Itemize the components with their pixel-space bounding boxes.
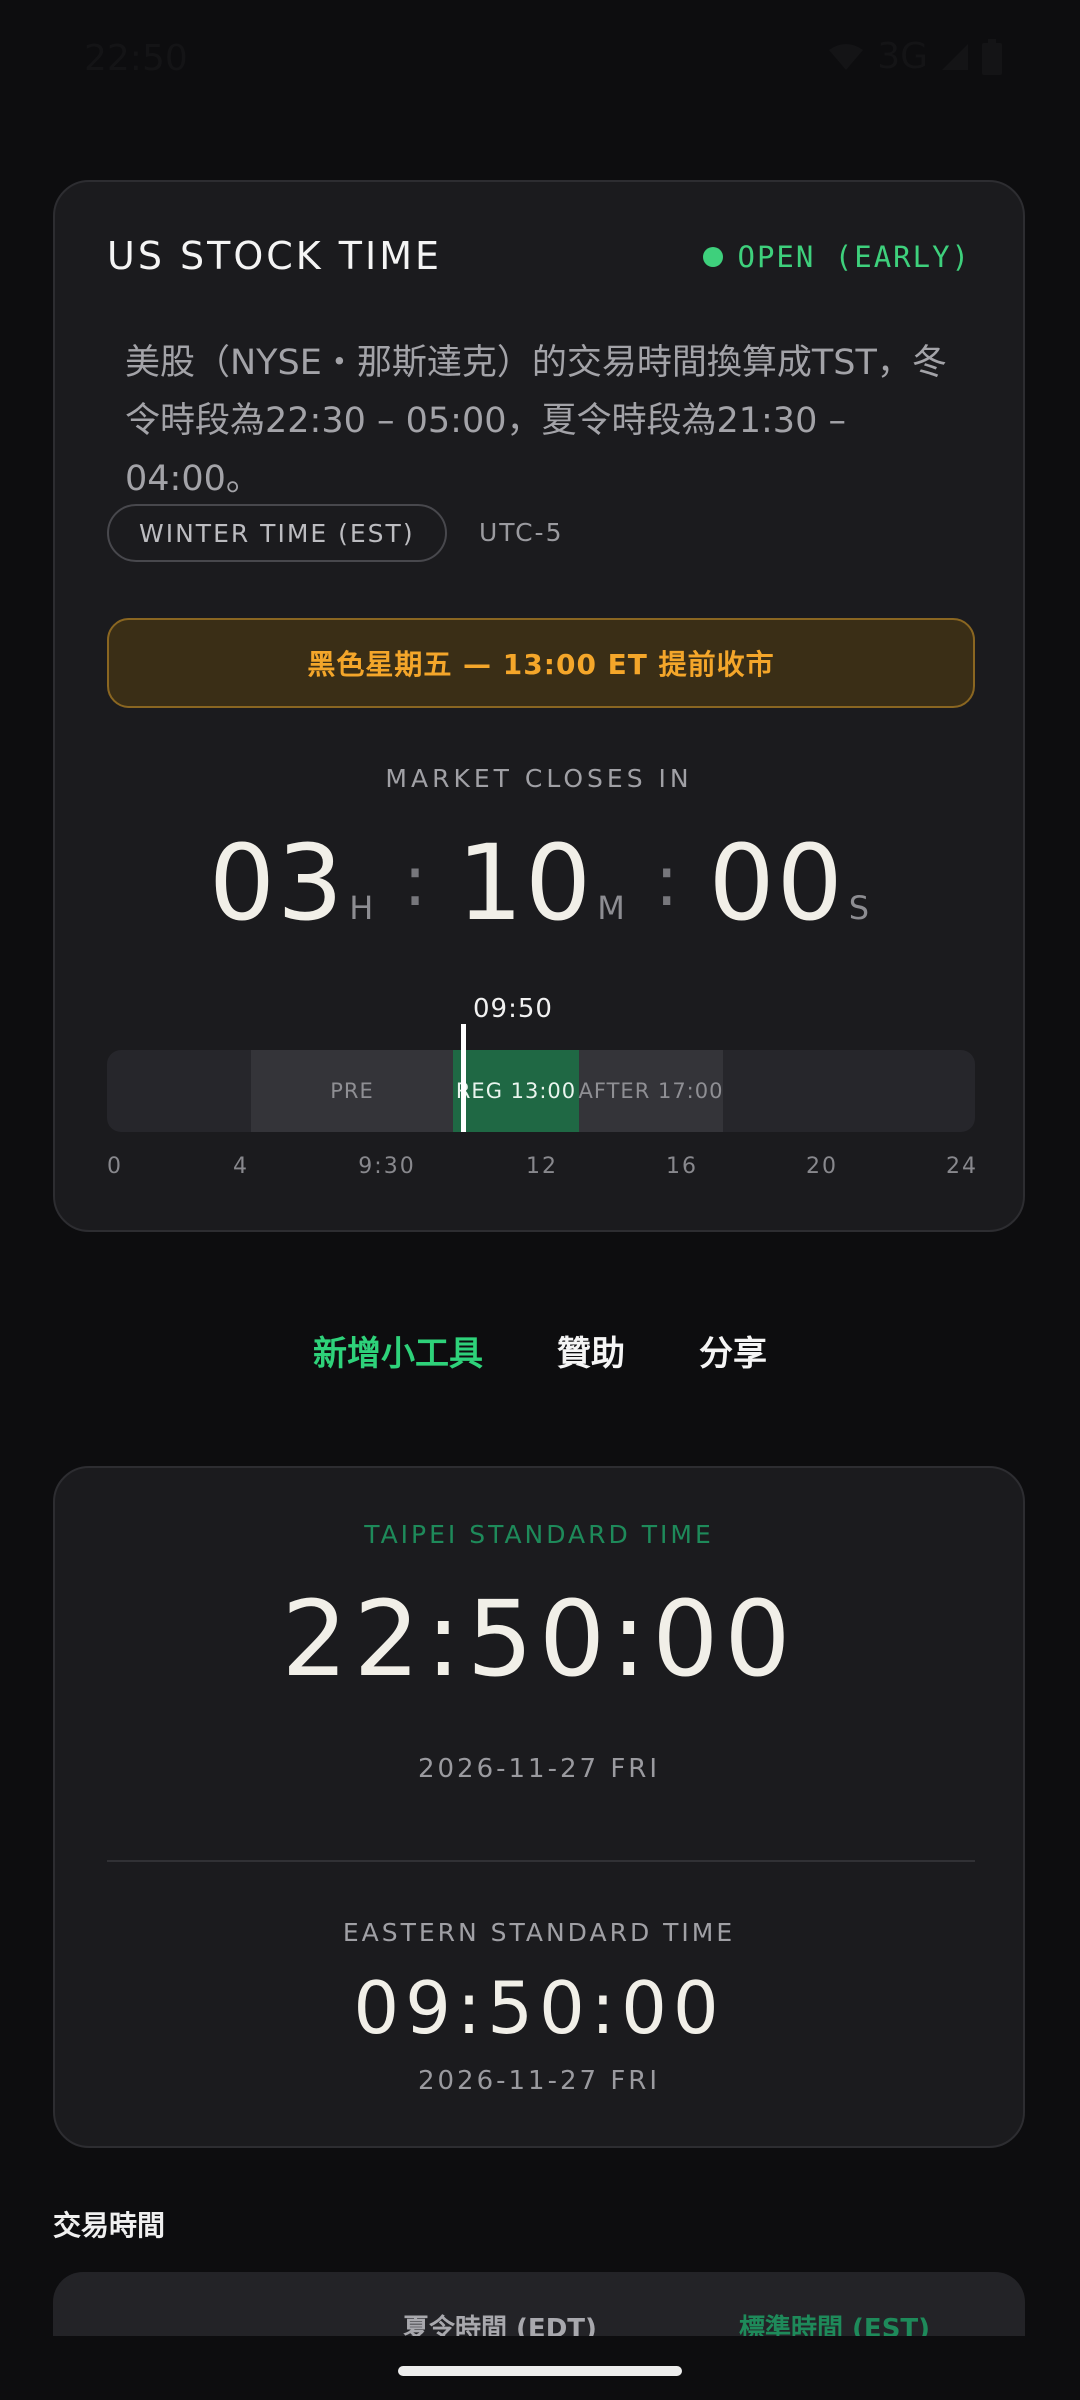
status-bar: 22:50 3G (0, 0, 1080, 125)
timeline-tick: 0 (107, 1154, 123, 1179)
timeline-tick: 12 (526, 1154, 558, 1179)
wifi-icon (829, 43, 864, 70)
countdown-seconds-unit: S (848, 889, 870, 927)
eastern-date: 2026-11-27 FRI (417, 2066, 661, 2096)
countdown-minutes-unit: M (597, 889, 625, 927)
market-status: OPEN (EARLY) (703, 240, 971, 274)
countdown-minutes: 10 (456, 822, 594, 944)
share-button[interactable]: 分享 (699, 1326, 767, 1375)
battery-icon (982, 38, 1002, 75)
early-close-notice: 黑色星期五 — 13:00 ET 提前收市 (107, 618, 975, 708)
network-type: 3G (877, 36, 928, 77)
timeline-tick: 20 (806, 1154, 838, 1179)
status-dot-icon (703, 247, 724, 267)
premarket-segment: PRE (251, 1050, 453, 1132)
taipei-time: 22:50:00 (281, 1578, 797, 1700)
signal-icon (942, 43, 968, 70)
afterhours-segment: AFTER 17:00 (579, 1050, 723, 1132)
timeline-tick: 9:30 (358, 1154, 416, 1179)
utc-offset: UTC-5 (479, 518, 564, 547)
sponsor-button[interactable]: 贊助 (557, 1326, 625, 1375)
us-stock-time-card: US STOCK TIME OPEN (EARLY) 美股（NYSE・那斯達克）… (53, 180, 1025, 1232)
clocks-card: TAIPEI STANDARD TIME 22:50:00 2026-11-27… (53, 1466, 1025, 2148)
eastern-time: 09:50:00 (353, 1966, 725, 2050)
divider (107, 1860, 975, 1862)
countdown-separator: : (654, 840, 679, 922)
taipei-date: 2026-11-27 FRI (417, 1754, 661, 1784)
market-status-text: OPEN (EARLY) (737, 240, 971, 274)
card-description: 美股（NYSE・那斯達克）的交易時間換算成TST，冬令時段為22:30 – 05… (125, 343, 947, 499)
trading-hours-title: 交易時間 (53, 2209, 166, 2242)
session-timeline: PRE REG 13:00 AFTER 17:00 (107, 1050, 975, 1132)
timeline-tick: 4 (233, 1154, 249, 1179)
current-time-marker (461, 1024, 466, 1132)
status-time: 22:50 (84, 38, 188, 79)
regular-session-segment: REG 13:00 (453, 1050, 579, 1132)
current-time-marker-label: 09:50 (473, 994, 553, 1024)
status-icons: 3G (827, 36, 1002, 77)
countdown-hours: 03 (208, 822, 346, 944)
card-title: US STOCK TIME (107, 234, 443, 278)
countdown-label: MARKET CLOSES IN (385, 764, 693, 793)
timeline-tick: 16 (666, 1154, 698, 1179)
add-widget-button[interactable]: 新增小工具 (313, 1326, 483, 1375)
home-indicator[interactable] (398, 2366, 682, 2376)
countdown-seconds: 00 (708, 822, 845, 944)
timeline-tick: 24 (946, 1154, 978, 1179)
action-links: 新增小工具 贊助 分享 (0, 1326, 1080, 1375)
countdown-separator: : (403, 840, 427, 922)
countdown: 03 H : 10 M : 00 S (55, 822, 1023, 944)
taipei-time-label: TAIPEI STANDARD TIME (364, 1520, 714, 1549)
countdown-hours-unit: H (349, 889, 374, 927)
season-badge: WINTER TIME (EST) (107, 504, 447, 562)
eastern-time-label: EASTERN STANDARD TIME (342, 1918, 736, 1947)
